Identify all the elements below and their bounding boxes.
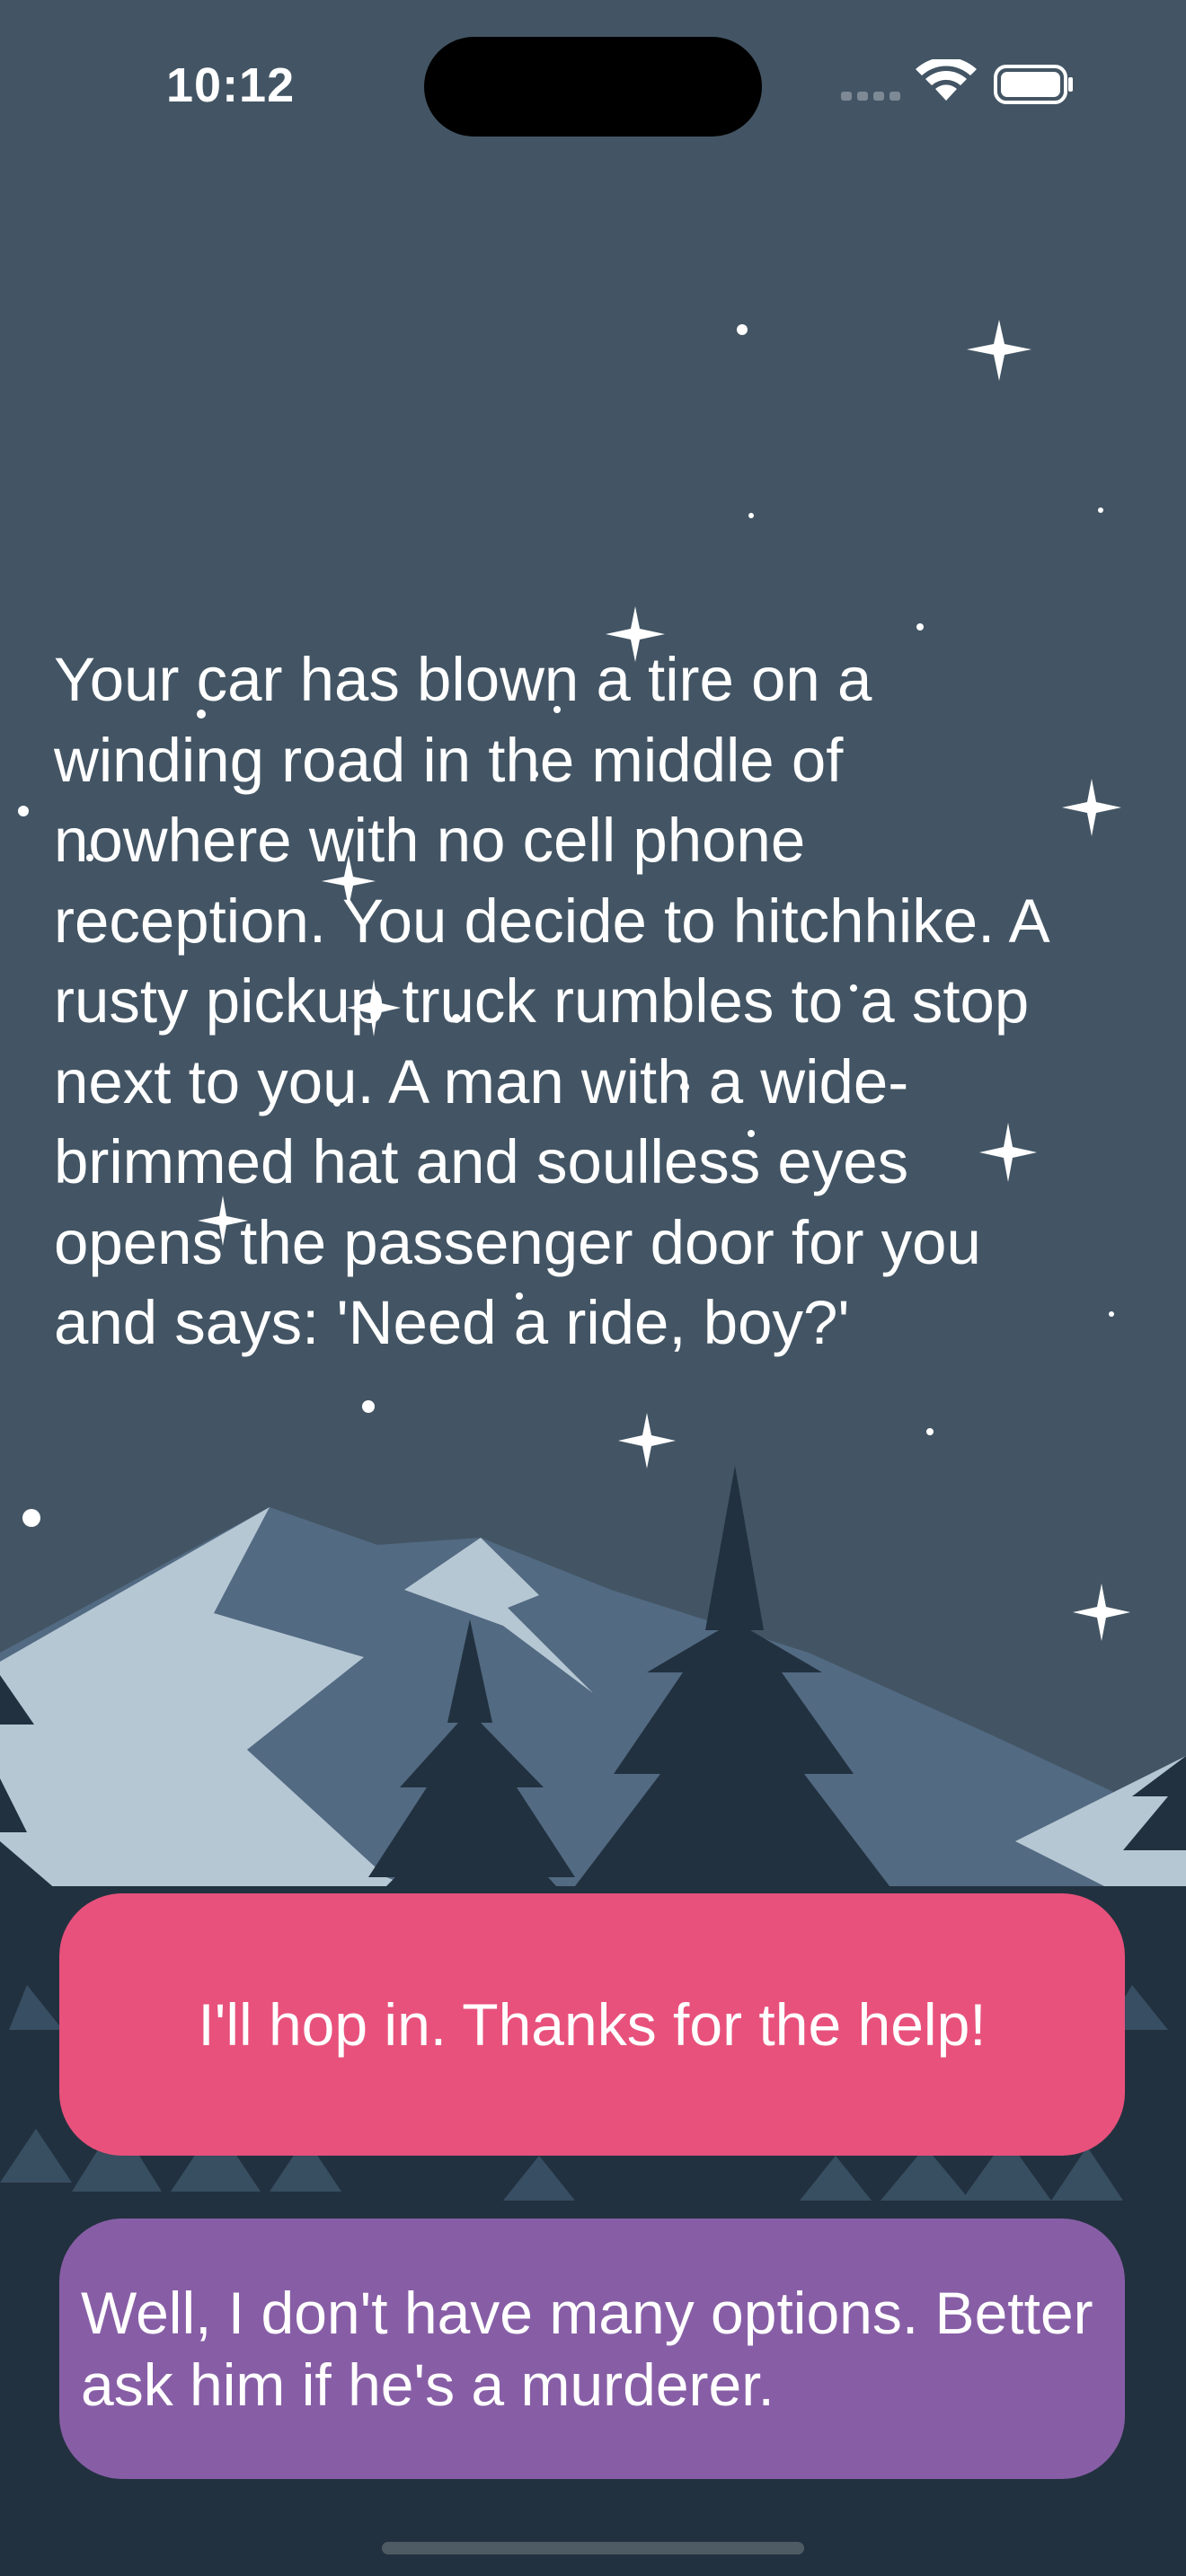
battery-icon [994, 65, 1073, 104]
choice-label-line: Well, I don't have many options. Better [81, 2280, 1093, 2346]
choice-label: I'll hop in. Thanks for the help! [198, 1991, 987, 2058]
home-indicator[interactable] [382, 2542, 804, 2554]
choice-button-hop-in[interactable]: I'll hop in. Thanks for the help! [59, 1893, 1125, 2156]
story-line: and says: 'Need a ride, boy?' [54, 1288, 850, 1357]
story-line: reception. You decide to hitchhike. A [54, 886, 1050, 956]
story-line: next to you. A man with a wide- [54, 1046, 909, 1116]
story-line: nowhere with no cell phone [54, 806, 806, 875]
choice-button-ask-murderer[interactable]: Well, I don't have many options. Better … [59, 2219, 1125, 2479]
choice-label-line: ask him if he's a murderer. [81, 2351, 774, 2418]
story-text: Your car has blown a tire on a winding r… [54, 640, 1150, 1363]
story-line: Your car has blown a tire on a [54, 645, 872, 714]
status-bar-time: 10:12 [166, 58, 296, 112]
choice-label: Well, I don't have many options. Better … [81, 2277, 1093, 2421]
story-line: rusty pickup truck rumbles to a stop [54, 966, 1030, 1036]
story-line: winding road in the middle of [54, 725, 844, 795]
dynamic-island [424, 37, 762, 137]
story-line: opens the passenger door for you [54, 1207, 981, 1277]
story-line: brimmed hat and soulless eyes [54, 1127, 909, 1196]
cellular-signal-icon [841, 92, 900, 101]
status-bar-icons [836, 57, 1078, 113]
wifi-icon [916, 57, 977, 101]
